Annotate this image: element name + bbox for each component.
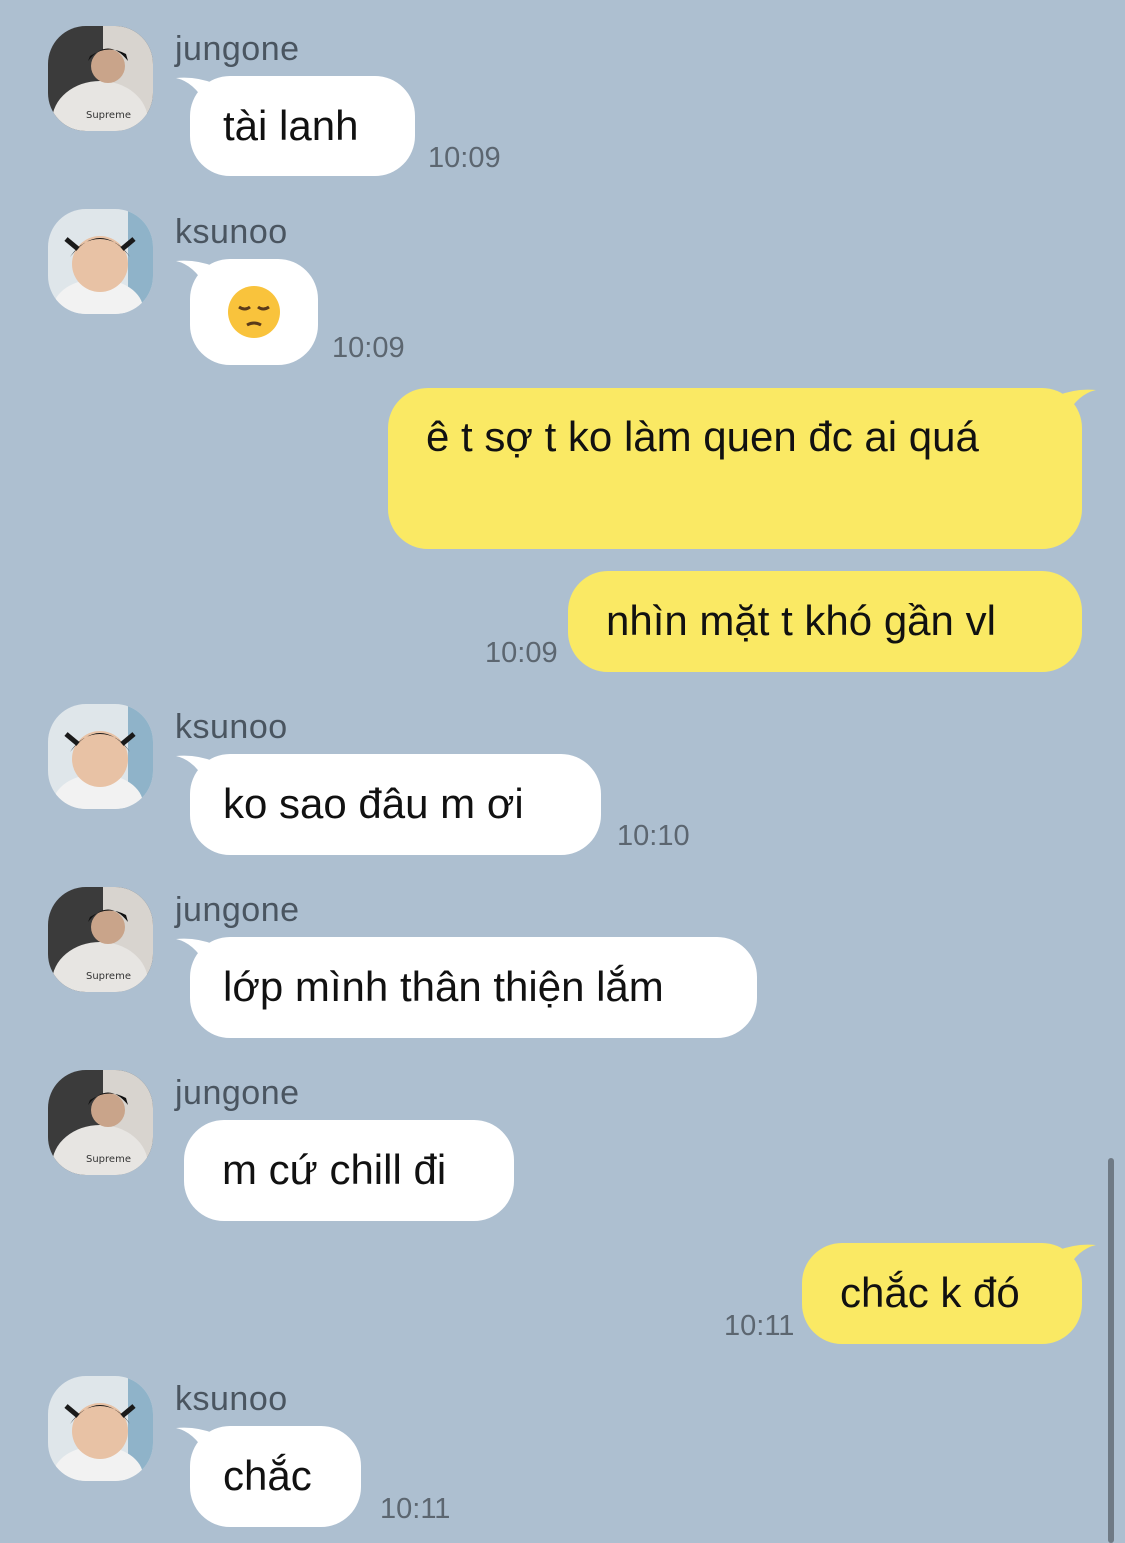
message-time: 10:09	[485, 637, 558, 669]
sender-name: ksunoo	[175, 213, 288, 251]
message-bubble[interactable]: nhìn mặt t khó gần vl	[568, 571, 1082, 672]
bubble-tail	[176, 1427, 216, 1454]
message-time: 10:09	[332, 332, 405, 364]
message-text: ko sao đâu m ơi	[223, 780, 524, 827]
avatar[interactable]	[48, 704, 153, 809]
message-time: 10:09	[428, 142, 501, 174]
message-text: lớp mình thân thiện lắm	[223, 963, 664, 1010]
avatar-jungone-image: Supreme	[48, 26, 153, 131]
message-bubble[interactable]: chắc	[176, 1426, 361, 1527]
message-text: nhìn mặt t khó gần vl	[606, 597, 996, 644]
sender-name: ksunoo	[175, 708, 288, 746]
avatar-jungone-image: Supreme	[48, 1070, 153, 1175]
avatar-ksunoo-image	[48, 704, 153, 809]
pensive-emoji-icon	[227, 285, 281, 339]
avatar-ksunoo-image	[48, 209, 153, 314]
message-text: ê t sợ t ko làm quen đc ai quá	[426, 413, 979, 460]
avatar[interactable]: Supreme	[48, 26, 153, 131]
avatar-jungone-image: Supreme	[48, 887, 153, 992]
bubble-tail	[176, 938, 216, 965]
bubble-tail	[176, 260, 216, 287]
sender-name: ksunoo	[175, 1380, 288, 1418]
message-bubble[interactable]: chắc k đó	[802, 1243, 1096, 1344]
message-time: 10:10	[617, 820, 690, 852]
message-bubble[interactable]: m cứ chill đi	[184, 1120, 514, 1221]
message-bubble[interactable]: lớp mình thân thiện lắm	[176, 937, 757, 1038]
svg-text:Supreme: Supreme	[86, 971, 131, 982]
message-bubble[interactable]: 😔	[176, 259, 318, 365]
message-time: 10:11	[724, 1310, 795, 1342]
message-bubble[interactable]: tài lanh	[176, 76, 415, 176]
bubble-tail	[176, 755, 216, 782]
scrollbar[interactable]	[1108, 1158, 1114, 1543]
sender-name: jungone	[175, 891, 300, 929]
message-text: chắc	[223, 1452, 312, 1499]
bubble-tail	[1056, 389, 1096, 416]
message-text: m cứ chill đi	[222, 1146, 447, 1193]
message-time: 10:11	[380, 1493, 451, 1525]
avatar[interactable]: Supreme	[48, 1070, 153, 1175]
svg-text:Supreme: Supreme	[86, 110, 131, 121]
avatar-ksunoo-image	[48, 1376, 153, 1481]
bubble-tail	[176, 77, 216, 104]
message-text: chắc k đó	[840, 1269, 1020, 1316]
avatar[interactable]: Supreme	[48, 887, 153, 992]
svg-text:Supreme: Supreme	[86, 1154, 131, 1165]
avatar[interactable]	[48, 1376, 153, 1481]
message-bubble[interactable]: ko sao đâu m ơi	[176, 754, 601, 855]
message-bubble[interactable]: ê t sợ t ko làm quen đc ai quá	[388, 388, 1096, 549]
avatar[interactable]	[48, 209, 153, 314]
sender-name: jungone	[175, 30, 300, 68]
message-text: tài lanh	[223, 102, 359, 149]
bubble-tail	[1056, 1244, 1096, 1271]
sender-name: jungone	[175, 1074, 300, 1112]
